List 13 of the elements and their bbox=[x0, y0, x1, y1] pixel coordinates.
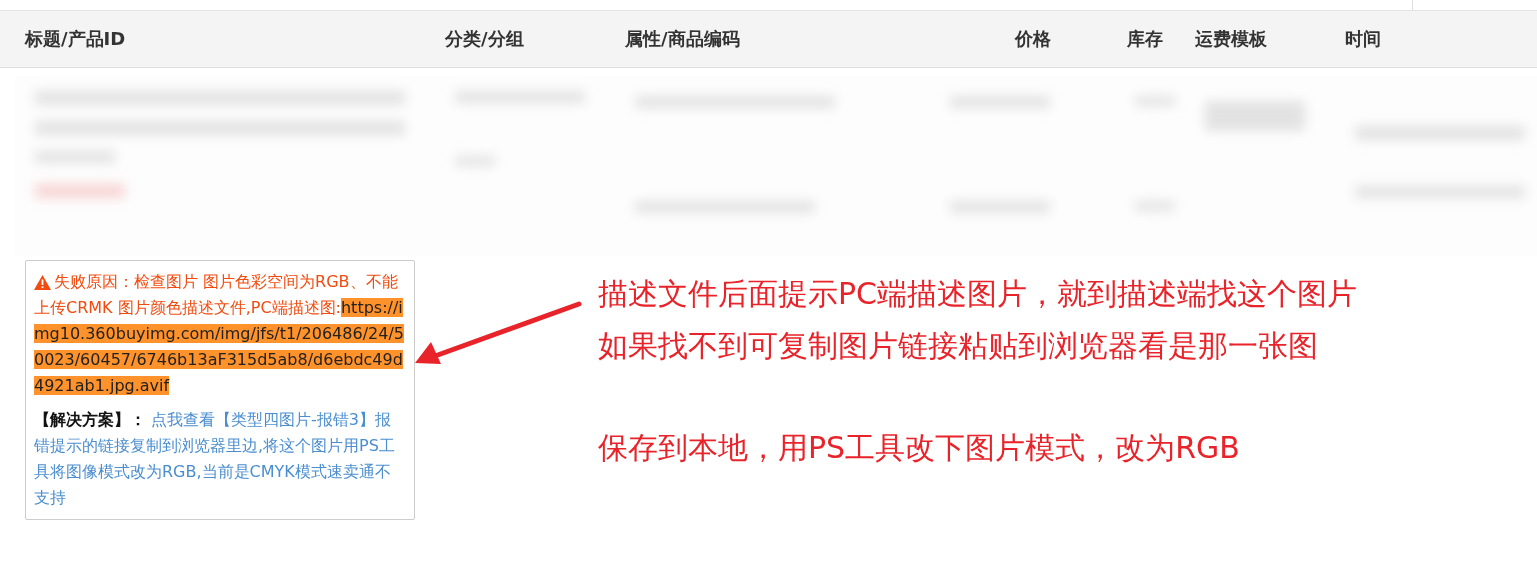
column-header: 库存 bbox=[1127, 27, 1164, 51]
solution-text[interactable]: 【解决方案】： 点我查看【类型四图片-报错3】报错提示的链接复制到浏览器里边,将这个图片用PS工具将图像模式改为RGB,当前是CMYK模式速卖通不支持 bbox=[34, 407, 406, 511]
column-header: 时间 bbox=[1345, 27, 1382, 51]
annotation-text: 保存到本地，用PS工具改下图片模式，改为RGB bbox=[598, 429, 1241, 467]
column-header: 属性/商品编码 bbox=[625, 27, 741, 51]
annotation-text: 如果找不到可复制图片链接粘贴到浏览器看是那一张图 bbox=[598, 327, 1319, 365]
column-header: 分类/分组 bbox=[445, 27, 525, 51]
column-header: 运费模板 bbox=[1195, 27, 1268, 51]
annotation-text: 描述文件后面提示PC端描述图片，就到描述端找这个图片 bbox=[598, 275, 1358, 313]
warning-icon bbox=[34, 275, 51, 290]
column-header: 价格 bbox=[1015, 27, 1052, 51]
arrow-icon bbox=[413, 300, 583, 366]
column-header: 标题/产品ID bbox=[25, 27, 127, 51]
